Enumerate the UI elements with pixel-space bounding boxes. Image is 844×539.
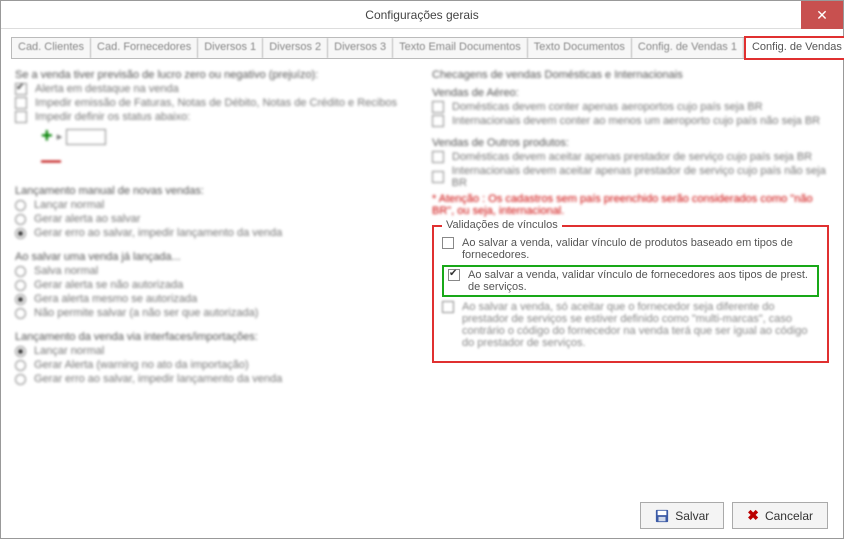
tab-config-vendas2[interactable]: Config. de Vendas 2 — [744, 36, 844, 60]
chk-validar-produtos[interactable] — [442, 237, 454, 249]
heading-lucro: Se a venda tiver previsão de lucro zero … — [15, 69, 412, 81]
chk-impedir-emissao[interactable] — [15, 97, 27, 109]
tab-cad-fornecedores[interactable]: Cad. Fornecedores — [91, 38, 198, 58]
chk-internacionais-outros[interactable] — [432, 171, 444, 183]
radio-nao-permite-salvar[interactable] — [15, 308, 26, 319]
radio-gerar-erro-salvar-2[interactable] — [15, 374, 26, 385]
right-column: Checagens de vendas Domésticas e Interna… — [432, 69, 829, 387]
radio-salva-normal[interactable] — [15, 266, 26, 277]
radio-gerar-alerta-warning[interactable] — [15, 360, 26, 371]
chk-validar-fornecedores[interactable] — [448, 269, 460, 281]
status-input[interactable] — [66, 129, 106, 145]
tab-config-vendas1[interactable]: Config. de Vendas 1 — [632, 38, 744, 58]
heading-checagens: Checagens de vendas Domésticas e Interna… — [432, 69, 829, 81]
tab-cad-clientes[interactable]: Cad. Clientes — [12, 38, 91, 58]
heading-salvar-venda: Ao salvar uma venda já lançada... — [15, 251, 412, 263]
chk-domesticas-outros[interactable] — [432, 151, 444, 163]
radio-lancar-normal-2[interactable] — [15, 346, 26, 357]
close-button[interactable]: ✕ — [801, 1, 843, 29]
minus-icon[interactable]: — — [41, 150, 61, 173]
heading-vendas-aereo: Vendas de Aéreo: — [432, 87, 829, 99]
radio-gerar-alerta-salvar[interactable] — [15, 214, 26, 225]
heading-vendas-outros: Vendas de Outros produtos: — [432, 137, 829, 149]
titlebar: Configurações gerais ✕ — [1, 1, 843, 29]
heading-lancamento-manual: Lançamento manual de novas vendas: — [15, 185, 412, 197]
tab-strip: Cad. Clientes Cad. Fornecedores Diversos… — [11, 37, 833, 59]
radio-alerta-autorizada[interactable] — [15, 294, 26, 305]
tab-diversos1[interactable]: Diversos 1 — [198, 38, 263, 58]
chk-internacionais-aereo[interactable] — [432, 115, 444, 127]
footer-buttons: Salvar ✖ Cancelar — [640, 502, 828, 529]
left-column: Se a venda tiver previsão de lucro zero … — [15, 69, 412, 387]
window-title: Configurações gerais — [365, 8, 478, 22]
chk-impedir-status[interactable] — [15, 111, 27, 123]
radio-gerar-erro-salvar-1[interactable] — [15, 228, 26, 239]
radio-alerta-nao-autorizada[interactable] — [15, 280, 26, 291]
save-button[interactable]: Salvar — [640, 502, 724, 529]
chk-alerta-destaque[interactable] — [15, 83, 27, 95]
warning-text: * Atenção : Os cadastros sem país preenc… — [432, 193, 829, 217]
label-validar-produtos: Ao salvar a venda, validar vínculo de pr… — [462, 237, 819, 261]
plus-icon[interactable]: + — [41, 125, 53, 148]
label-validar-fornecedores: Ao salvar a venda, validar vínculo de fo… — [468, 269, 813, 293]
group-validacoes: Validações de vínculos Ao salvar a venda… — [432, 225, 829, 363]
cancel-button[interactable]: ✖ Cancelar — [732, 502, 828, 529]
status-drag-icon[interactable]: ▸ — [57, 130, 63, 143]
chk-domesticas-aereo[interactable] — [432, 101, 444, 113]
close-icon: ✕ — [816, 7, 828, 24]
group-title: Validações de vínculos — [442, 219, 562, 231]
tab-texto-doc[interactable]: Texto Documentos — [528, 38, 632, 58]
radio-lancar-normal-1[interactable] — [15, 200, 26, 211]
label-multi-marcas: Ao salvar a venda, só aceitar que o forn… — [462, 301, 819, 349]
heading-lancamento-interfaces: Lançamento da venda via interfaces/impor… — [15, 331, 412, 343]
cancel-icon: ✖ — [747, 507, 759, 524]
save-icon — [655, 509, 669, 523]
tab-texto-email[interactable]: Texto Email Documentos — [393, 38, 528, 58]
chk-multi-marcas[interactable] — [442, 301, 454, 313]
tab-diversos3[interactable]: Diversos 3 — [328, 38, 393, 58]
tab-diversos2[interactable]: Diversos 2 — [263, 38, 328, 58]
